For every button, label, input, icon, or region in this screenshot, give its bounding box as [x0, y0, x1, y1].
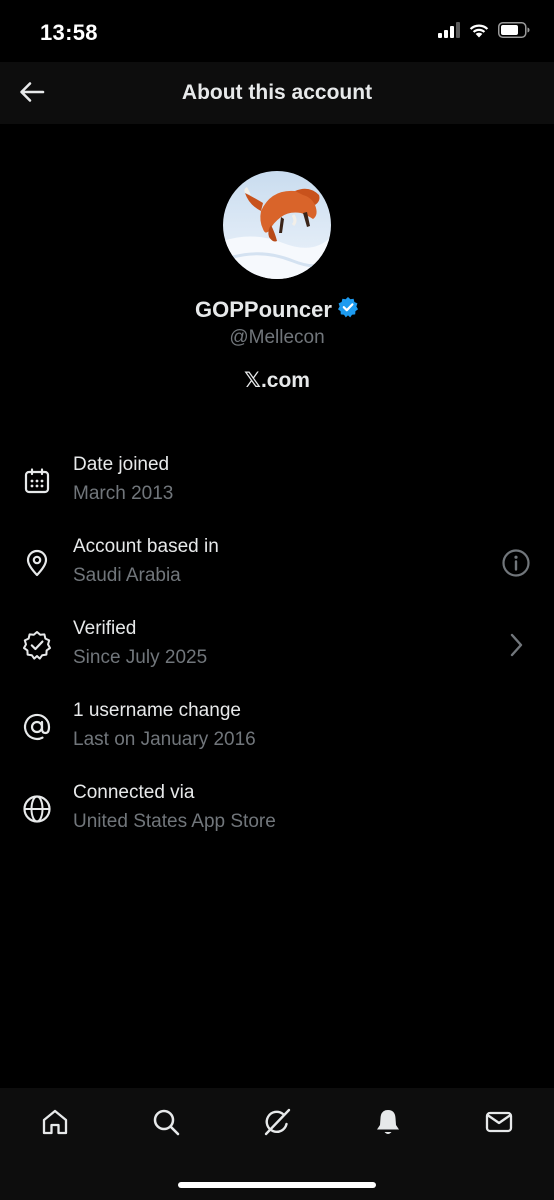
nav-notifications[interactable]: [368, 1104, 408, 1144]
wifi-icon: [468, 22, 490, 43]
info-title: Account based in: [73, 536, 219, 557]
info-row-account-based-in: Account based in Saudi Arabia: [0, 530, 554, 612]
info-row-date-joined: Date joined March 2013: [0, 448, 554, 530]
info-icon[interactable]: [500, 547, 532, 579]
source-link[interactable]: 𝕏.com: [0, 368, 554, 393]
home-indicator[interactable]: [178, 1182, 376, 1188]
home-icon: [40, 1107, 70, 1142]
calendar-icon: [22, 466, 52, 496]
info-row-username-change: 1 username change Last on January 2016: [0, 694, 554, 776]
info-value: Since July 2025: [73, 647, 208, 668]
verified-outline-icon: [22, 630, 52, 660]
location-pin-icon: [22, 548, 52, 578]
globe-icon: [22, 794, 52, 824]
account-handle: @Mellecon: [229, 327, 325, 348]
grok-icon: [262, 1107, 292, 1142]
nav-home[interactable]: [35, 1104, 75, 1144]
info-title: Date joined: [73, 454, 170, 475]
header-bar: About this account: [0, 62, 554, 124]
at-sign-icon: [22, 712, 52, 742]
verified-badge-icon: [337, 296, 359, 323]
status-icons: [438, 22, 530, 43]
display-name-row: GOPPouncer: [0, 296, 554, 323]
info-value: Last on January 2016: [73, 729, 256, 750]
info-title: Connected via: [73, 782, 195, 803]
nav-search[interactable]: [146, 1104, 186, 1144]
avatar[interactable]: [223, 171, 331, 279]
info-title: 1 username change: [73, 700, 241, 721]
page-title: About this account: [181, 81, 373, 104]
nav-messages[interactable]: [479, 1104, 519, 1144]
display-name: GOPPouncer: [195, 296, 332, 322]
info-value: March 2013: [73, 483, 174, 504]
cellular-signal-icon: [438, 22, 460, 43]
about-info-list: Date joined March 2013 Account based in …: [0, 448, 554, 858]
chevron-right-icon[interactable]: [500, 629, 532, 661]
search-icon: [151, 1107, 181, 1142]
info-row-verified[interactable]: Verified Since July 2025: [0, 612, 554, 694]
info-title: Verified: [73, 618, 137, 639]
info-value: Saudi Arabia: [73, 565, 181, 586]
info-value: United States App Store: [73, 811, 276, 832]
notifications-icon: [373, 1107, 403, 1142]
nav-grok[interactable]: [257, 1104, 297, 1144]
battery-icon: [498, 22, 530, 43]
status-time: 13:58: [40, 20, 98, 45]
messages-icon: [484, 1107, 514, 1142]
status-bar: 13:58: [0, 0, 554, 62]
info-row-connected-via: Connected via United States App Store: [0, 776, 554, 858]
